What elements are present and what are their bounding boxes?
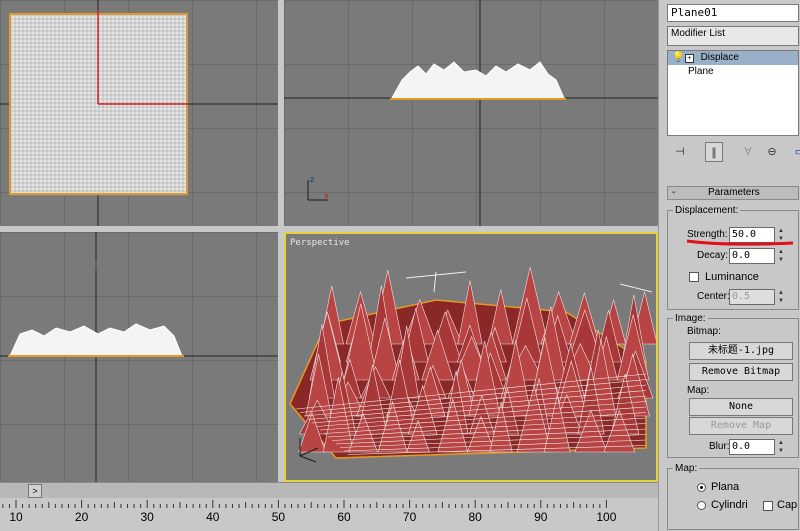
remove-modifier-icon[interactable]: ⊖	[763, 142, 781, 162]
blur-label: Blur:	[709, 441, 730, 452]
left-viewport[interactable]	[0, 232, 278, 482]
center-spinner[interactable]: 0.5	[729, 289, 775, 305]
bitmap-button[interactable]: 未标题-1.jpg	[689, 342, 793, 360]
blur-spinner[interactable]: 0.0	[729, 439, 775, 455]
remove-map-button[interactable]: Remove Map	[689, 417, 793, 435]
spinner-arrows-icon[interactable]: ▲ ▼	[777, 248, 785, 264]
luminance-checkbox[interactable]	[689, 272, 699, 282]
viewport-divider-horizontal[interactable]	[0, 226, 658, 232]
show-end-result-icon[interactable]: ∥	[705, 142, 723, 162]
modifier-stack[interactable]: 💡 + Displace Plane	[667, 50, 799, 136]
group-title: Image:	[673, 313, 708, 324]
perspective-viewport-scene	[286, 266, 656, 464]
stack-item-label: Displace	[700, 52, 739, 63]
ruler-tick-label: 30	[140, 510, 154, 524]
svg-text:x: x	[324, 191, 329, 200]
perspective-viewport[interactable]: Perspective	[284, 232, 658, 482]
map-button[interactable]: None	[689, 398, 793, 416]
group-title: Map:	[673, 463, 700, 474]
ruler-tick-label: 100	[596, 510, 617, 524]
front-viewport-scene: z x	[284, 0, 658, 226]
viewport-label: Perspective	[290, 238, 350, 248]
group-title: Displacement:	[673, 205, 741, 216]
time-slider-track[interactable]: >	[0, 482, 658, 498]
ruler-tick-label: 50	[271, 510, 286, 524]
top-viewport-scene	[0, 0, 278, 226]
pin-icon[interactable]: ⊣	[671, 142, 689, 162]
stack-item-displace[interactable]: 💡 + Displace	[668, 51, 798, 65]
stack-toolbar: ⊣ ∥ ∀ ⊖ ▭	[667, 140, 800, 164]
timeline: >	[0, 482, 658, 531]
viewport-divider-vertical[interactable]	[278, 0, 284, 482]
top-viewport[interactable]	[0, 0, 278, 226]
center-label: Center:	[697, 291, 730, 302]
spinner-arrows-icon[interactable]: ▲ ▼	[777, 439, 785, 455]
svg-text:z: z	[310, 175, 314, 184]
ruler-tick-label: 90	[534, 510, 548, 524]
command-panel: Plane01 Modifier List 💡 + Displace Plane…	[658, 0, 800, 531]
stack-item-plane[interactable]: Plane	[668, 65, 798, 79]
map-label: Map:	[687, 385, 710, 396]
front-viewport[interactable]: z x	[284, 0, 658, 226]
make-unique-icon[interactable]: ∀	[739, 142, 757, 162]
cylindrical-label: Cylindri	[711, 499, 748, 511]
strength-annotation-underline	[686, 239, 794, 246]
lightbulb-icon[interactable]: 💡	[672, 51, 684, 65]
spinner-arrows-icon[interactable]: ▲ ▼	[777, 289, 785, 305]
ruler-tick-label: 70	[402, 510, 417, 524]
parameters-rollout[interactable]: - Parameters	[667, 186, 799, 200]
ruler-tick-label: 20	[74, 510, 89, 524]
planar-radio[interactable]	[697, 483, 706, 492]
bitmap-label: Bitmap:	[687, 326, 721, 337]
object-name-input[interactable]: Plane01	[667, 4, 799, 22]
stack-item-label: Plane	[688, 66, 714, 77]
ruler-tick-label: 60	[337, 510, 351, 524]
cap-checkbox[interactable]	[763, 501, 773, 511]
frame-ruler[interactable]	[0, 498, 658, 531]
remove-bitmap-button[interactable]: Remove Bitmap	[689, 363, 793, 381]
modifier-list-dropdown[interactable]: Modifier List	[667, 26, 799, 46]
configure-icon[interactable]: ▭	[791, 142, 800, 162]
rollout-title: Parameters	[708, 187, 760, 198]
decay-label: Decay:	[697, 250, 729, 261]
cap-label: Cap	[777, 499, 798, 511]
planar-label: Plana	[711, 481, 740, 493]
luminance-label: Luminance	[705, 271, 759, 283]
ruler-tick-label: 40	[206, 510, 220, 524]
expand-icon[interactable]: +	[684, 54, 694, 63]
time-slider-next-button[interactable]: >	[28, 484, 42, 498]
cylindrical-radio[interactable]	[697, 501, 706, 510]
decay-spinner[interactable]: 0.0	[729, 248, 775, 264]
ruler-tick-label: 80	[468, 510, 482, 524]
ruler-tick-label: 10	[9, 510, 23, 524]
left-viewport-scene	[0, 232, 278, 482]
